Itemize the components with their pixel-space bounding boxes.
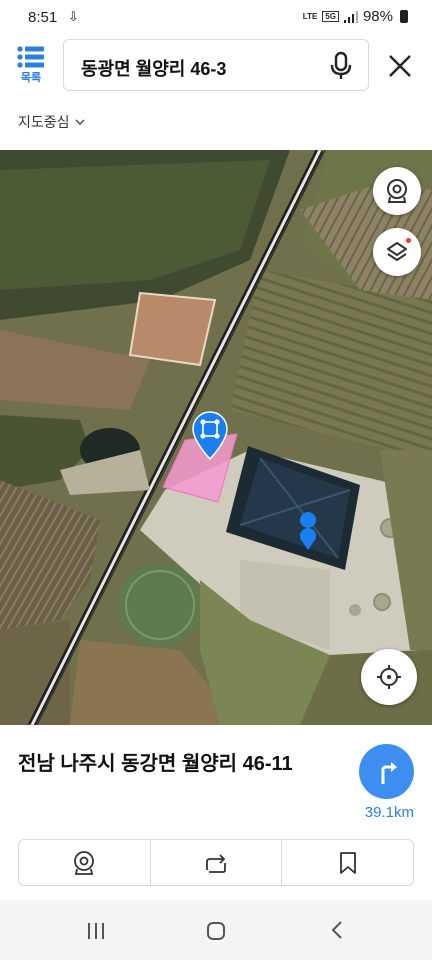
layers-icon — [387, 242, 407, 261]
close-icon[interactable] — [386, 52, 414, 80]
locate-icon — [377, 665, 401, 689]
bookmark-icon — [339, 851, 356, 874]
status-indicators: LTE 5G 98% — [303, 8, 408, 25]
route-button[interactable] — [359, 744, 414, 799]
download-icon: ⇩ — [68, 9, 79, 24]
recent-apps-icon[interactable] — [86, 922, 106, 940]
place-address: 전남 나주시 동강면 월양리 46-11 — [18, 753, 293, 775]
lte-label: LTE — [302, 12, 318, 21]
directions-icon — [381, 761, 397, 784]
layer-notification-dot — [406, 238, 411, 243]
roadview-icon — [74, 850, 95, 875]
satellite-map[interactable] — [0, 150, 432, 725]
battery-icon — [400, 10, 408, 23]
list-label: 목록 — [20, 72, 42, 84]
signal-icon — [343, 10, 358, 23]
map-center-dropdown[interactable]: 지도중심 — [18, 112, 86, 132]
roadview-button[interactable] — [373, 167, 421, 215]
search-value: 동광면 월양리 46-3 — [81, 59, 227, 79]
share-action[interactable] — [151, 840, 283, 885]
map-center-label: 지도중심 — [18, 114, 70, 130]
network-label: 5G — [322, 11, 339, 22]
action-bar — [18, 839, 414, 886]
list-button[interactable]: 목록 — [10, 46, 52, 92]
battery-percent: 98% — [362, 8, 393, 25]
home-icon[interactable] — [206, 921, 226, 941]
bookmark-action[interactable] — [282, 840, 413, 885]
chevron-down-icon — [75, 119, 85, 125]
share-icon — [206, 853, 226, 873]
mic-icon[interactable] — [327, 51, 355, 81]
place-info-panel: 전남 나주시 동강면 월양리 46-11 39.1km — [0, 725, 432, 900]
header: 목록 동광면 월양리 46-3 — [0, 36, 432, 96]
system-nav-bar — [0, 900, 432, 960]
distance-label: 39.1km — [364, 804, 414, 821]
satellite-imagery — [0, 150, 432, 725]
layer-button[interactable] — [373, 228, 421, 276]
status-bar: 8:51 ⇩ LTE 5G 98% — [0, 0, 432, 36]
status-time: 8:51 — [28, 9, 58, 26]
roadview-icon — [387, 179, 407, 203]
back-icon[interactable] — [330, 920, 344, 940]
list-icon — [17, 46, 44, 68]
search-input[interactable]: 동광면 월양리 46-3 — [63, 39, 369, 91]
roadview-action[interactable] — [19, 840, 151, 885]
my-location-button[interactable] — [361, 649, 417, 705]
